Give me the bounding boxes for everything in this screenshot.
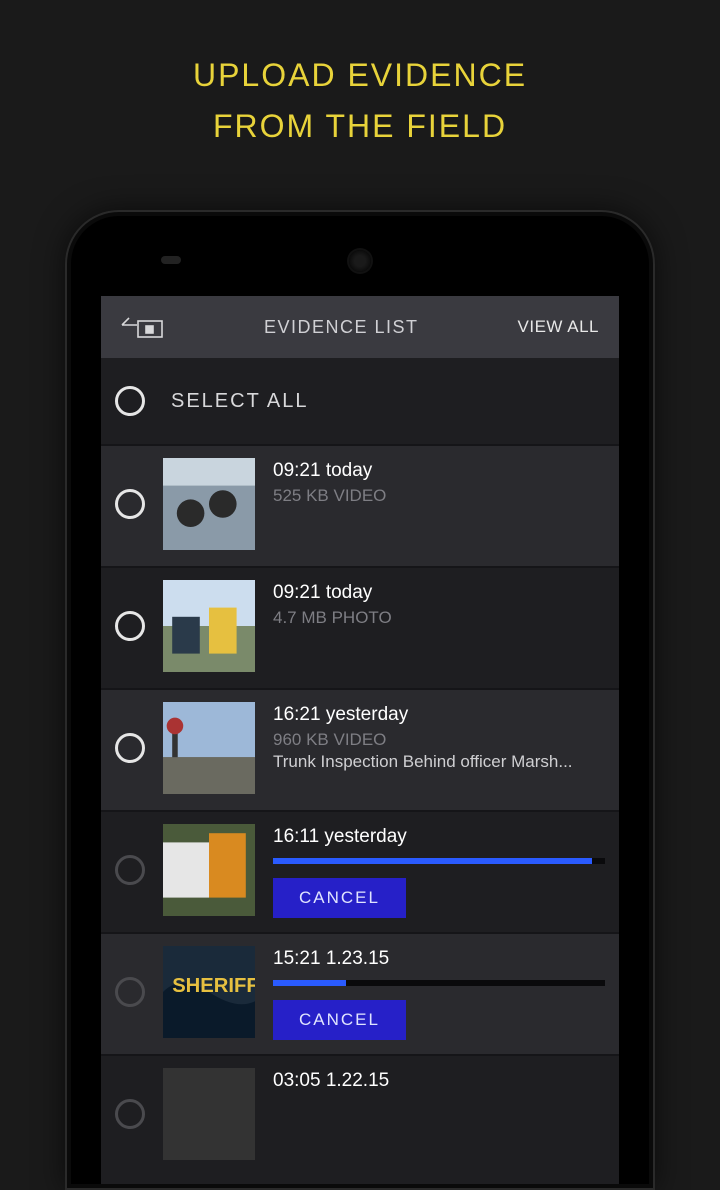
item-thumbnail[interactable]: SHERIFF: [163, 946, 255, 1038]
evidence-item[interactable]: 09:21 today 525 KB VIDEO: [101, 444, 619, 566]
app-header: EVIDENCE LIST VIEW ALL: [101, 296, 619, 358]
item-info: 15:21 1.23.15 CANCEL: [273, 946, 605, 1040]
select-all-label: SELECT ALL: [171, 390, 308, 413]
item-radio[interactable]: [115, 855, 145, 885]
evidence-item[interactable]: 03:05 1.22.15: [101, 1054, 619, 1176]
item-info: 16:21 yesterday 960 KB VIDEOTrunk Inspect…: [273, 702, 605, 772]
evidence-item[interactable]: 16:21 yesterday 960 KB VIDEOTrunk Inspect…: [101, 688, 619, 810]
cancel-button[interactable]: CANCEL: [273, 878, 406, 918]
item-time: 16:21 yesterday: [273, 704, 605, 726]
item-time: 16:11 yesterday: [273, 826, 605, 848]
app-screen: EVIDENCE LIST VIEW ALL SELECT ALL 09:21 …: [101, 296, 619, 1184]
item-meta: 525 KB VIDEO: [273, 486, 605, 506]
phone-inner: EVIDENCE LIST VIEW ALL SELECT ALL 09:21 …: [71, 216, 649, 1184]
item-thumbnail[interactable]: [163, 580, 255, 672]
item-time: 09:21 today: [273, 582, 605, 604]
item-info: 16:11 yesterday CANCEL: [273, 824, 605, 918]
svg-text:SHERIFF: SHERIFF: [172, 975, 255, 997]
item-thumbnail[interactable]: [163, 1068, 255, 1160]
item-info: 09:21 today 525 KB VIDEO: [273, 458, 605, 508]
cancel-button[interactable]: CANCEL: [273, 1000, 406, 1040]
front-camera: [349, 250, 371, 272]
upload-progress-fill: [273, 980, 346, 986]
item-desc: Trunk Inspection Behind officer Marsh...: [273, 752, 605, 772]
evidence-item[interactable]: 09:21 today 4.7 MB PHOTO: [101, 566, 619, 688]
speaker-grille: [161, 256, 181, 264]
phone-frame: EVIDENCE LIST VIEW ALL SELECT ALL 09:21 …: [65, 210, 655, 1190]
evidence-item[interactable]: SHERIFF 15:21 1.23.15 CANCEL: [101, 932, 619, 1054]
item-info: 09:21 today 4.7 MB PHOTO: [273, 580, 605, 630]
select-all-row[interactable]: SELECT ALL: [101, 358, 619, 444]
upload-progress-fill: [273, 858, 592, 864]
item-meta: 4.7 MB PHOTO: [273, 608, 605, 628]
item-meta: 960 KB VIDEO: [273, 730, 605, 750]
promo-line-1: UPLOAD EVIDENCE: [0, 50, 720, 101]
select-all-radio[interactable]: [115, 386, 145, 416]
header-title: EVIDENCE LIST: [264, 317, 419, 338]
evidence-list: 09:21 today 525 KB VIDEO 09:21 today 4.7 MB…: [101, 444, 619, 1176]
item-radio[interactable]: [115, 1099, 145, 1129]
upload-progress-bar: [273, 980, 605, 986]
item-radio[interactable]: [115, 977, 145, 1007]
item-thumbnail[interactable]: [163, 702, 255, 794]
item-time: 09:21 today: [273, 460, 605, 482]
item-time: 03:05 1.22.15: [273, 1070, 605, 1092]
upload-progress-bar: [273, 858, 605, 864]
item-radio[interactable]: [115, 489, 145, 519]
item-thumbnail[interactable]: [163, 458, 255, 550]
view-all-button[interactable]: VIEW ALL: [518, 317, 599, 337]
item-radio[interactable]: [115, 733, 145, 763]
item-thumbnail[interactable]: [163, 824, 255, 916]
evidence-item[interactable]: 16:11 yesterday CANCEL: [101, 810, 619, 932]
item-radio[interactable]: [115, 611, 145, 641]
promo-title: UPLOAD EVIDENCE FROM THE FIELD: [0, 0, 720, 182]
back-icon[interactable]: [121, 315, 165, 339]
promo-line-2: FROM THE FIELD: [0, 101, 720, 152]
item-info: 03:05 1.22.15: [273, 1068, 605, 1096]
item-time: 15:21 1.23.15: [273, 948, 605, 970]
